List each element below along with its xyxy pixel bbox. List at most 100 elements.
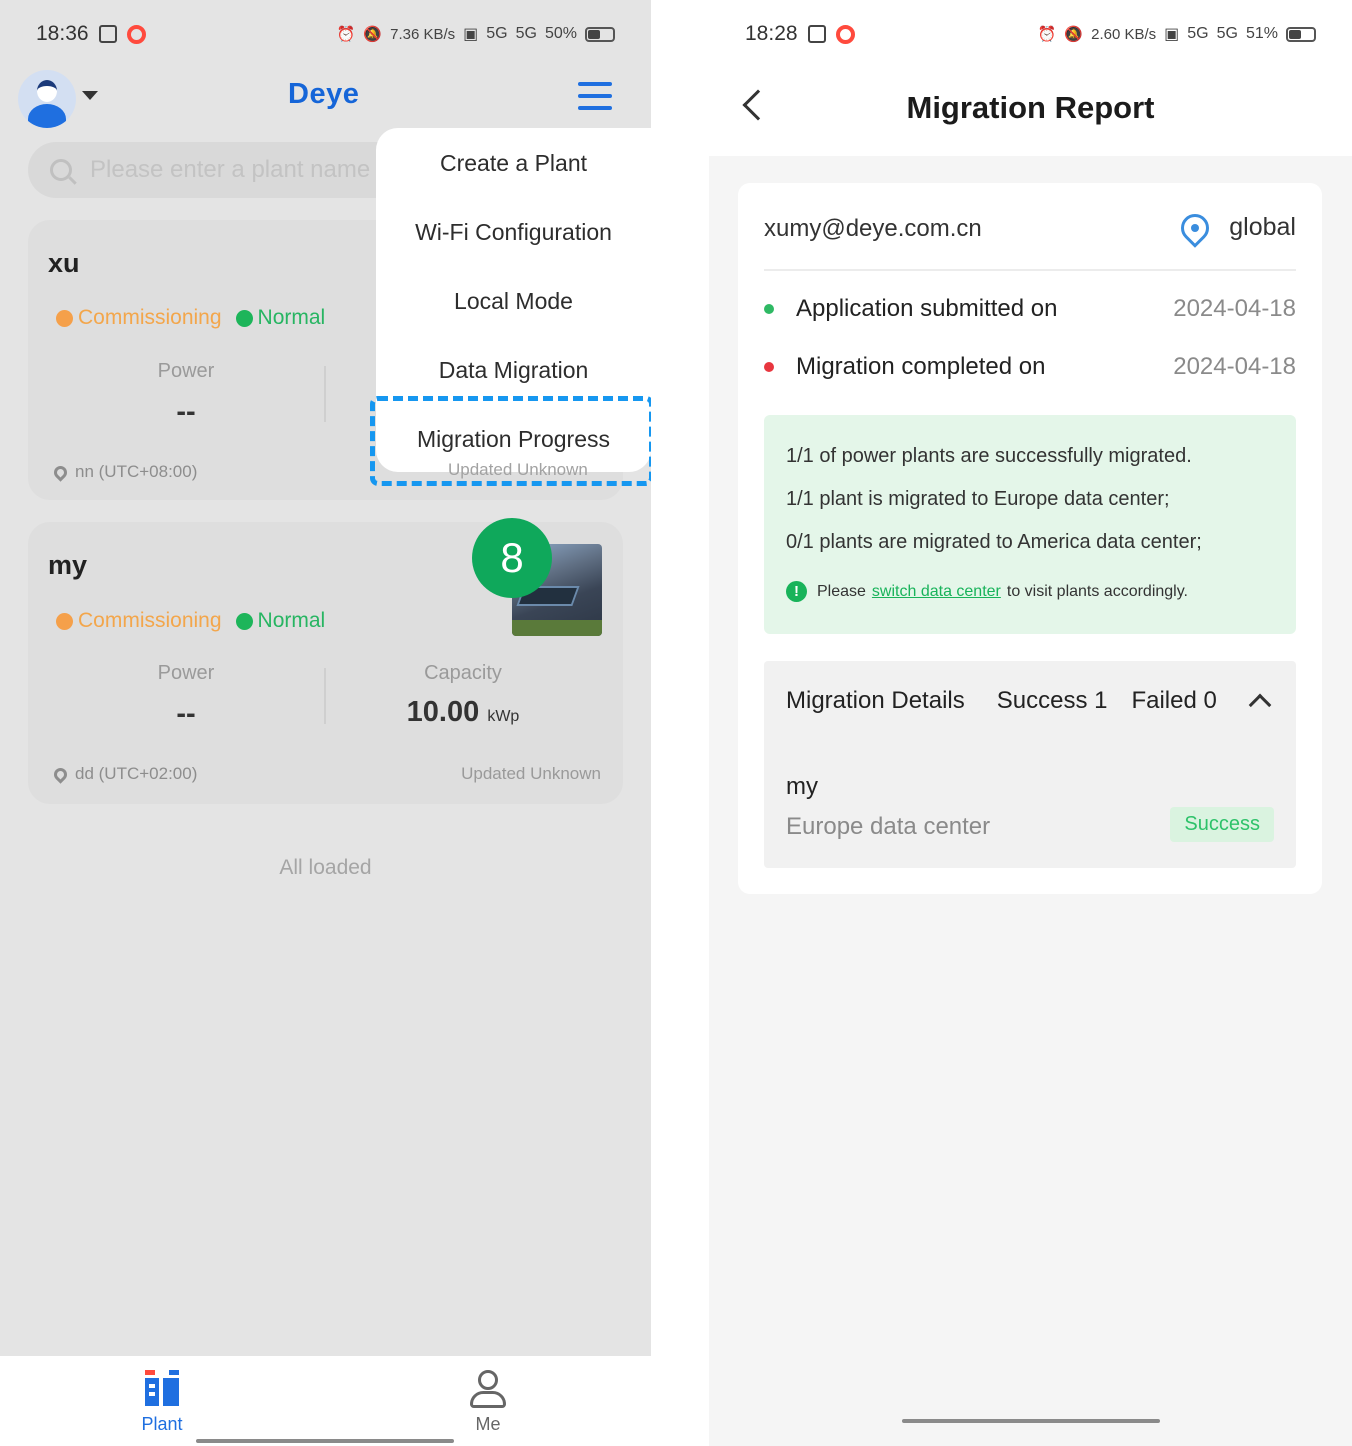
- account-caret-icon[interactable]: [82, 91, 98, 100]
- alarm-icon: ⏰: [1037, 26, 1057, 43]
- plant-location: nn (UTC+08:00): [51, 462, 197, 482]
- app-header: Deye: [0, 68, 651, 134]
- metric-divider: [324, 668, 326, 724]
- location-pin-icon: [51, 462, 70, 482]
- avatar[interactable]: [18, 70, 76, 128]
- clock-icon: [56, 612, 73, 630]
- signal-1: 5G: [1187, 25, 1209, 42]
- mute-icon: 🔕: [363, 26, 383, 43]
- list-end-text: All loaded: [279, 856, 372, 879]
- switch-data-center-link[interactable]: switch data center: [872, 583, 1001, 601]
- search-icon: [50, 159, 72, 181]
- plant-icon: [143, 1370, 181, 1408]
- details-title: Migration Details: [786, 687, 965, 714]
- tab-plant-label: Plant: [141, 1414, 183, 1434]
- plant-updated: Updated Unknown: [461, 764, 601, 783]
- menu-item-data-migration[interactable]: Data Migration: [376, 357, 651, 384]
- menu-item-create-plant[interactable]: Create a Plant: [376, 150, 651, 177]
- network-speed: 7.36 KB/s: [390, 25, 456, 43]
- tab-plant[interactable]: Plant: [122, 1370, 202, 1435]
- network-speed: 2.60 KB/s: [1091, 25, 1157, 43]
- tab-me-label: Me: [475, 1414, 501, 1434]
- record-icon: [835, 24, 855, 44]
- migration-details: Migration Details Success 1 Failed 0 my …: [764, 661, 1296, 868]
- battery-icon: [585, 26, 615, 42]
- menu-icon[interactable]: [578, 82, 612, 110]
- plant-status-tags: Commissioning Normal: [56, 306, 339, 330]
- summary-note: ! Please switch data center to visit pla…: [786, 581, 1188, 602]
- account-email: xumy@deye.com.cn: [764, 215, 982, 242]
- menu-item-local-mode[interactable]: Local Mode: [376, 288, 651, 315]
- failed-count: Failed 0: [1131, 687, 1217, 714]
- timeline-dot: [764, 304, 774, 314]
- menu-icon-bar: [578, 94, 612, 98]
- capacity-label: Capacity: [424, 662, 502, 684]
- normal-tag: Normal: [235, 609, 325, 633]
- region-indicator: global: [1175, 207, 1296, 248]
- normal-tag: Normal: [235, 306, 325, 330]
- battery-fill: [1289, 29, 1302, 39]
- home-indicator: [196, 1439, 454, 1443]
- summary-box: 1/1 of power plants are successfully mig…: [764, 415, 1296, 634]
- menu-item-wifi-config[interactable]: Wi-Fi Configuration: [376, 219, 651, 246]
- signal-2: 5G: [1216, 25, 1238, 42]
- hd-icon: ▣: [463, 26, 479, 43]
- status-badge: Success: [1170, 807, 1274, 842]
- lawn: [512, 620, 602, 636]
- menu-icon-bar: [578, 82, 612, 86]
- info-icon: !: [786, 581, 807, 602]
- power-label: Power: [157, 662, 215, 684]
- summary-line: 1/1 of power plants are successfully mig…: [786, 445, 1192, 467]
- timeline-completed: Migration completed on 2024-04-18: [764, 353, 1296, 381]
- bottom-tabbar: Plant Me: [0, 1356, 651, 1446]
- plant-name: my: [48, 550, 88, 580]
- plant-status-tags: Commissioning Normal: [56, 609, 339, 633]
- power-label: Power: [157, 360, 215, 382]
- nav-bar: Migration Report: [709, 68, 1352, 156]
- status-time: 18:28: [745, 22, 798, 45]
- mute-icon: 🔕: [1064, 26, 1084, 43]
- status-icons: ⏰ 🔕 2.60 KB/s ▣ 5G 5G 51%: [1038, 24, 1316, 44]
- plant-location: dd (UTC+02:00): [51, 764, 197, 784]
- status-time: 18:36: [36, 22, 89, 45]
- menu-icon-bar: [578, 106, 612, 110]
- details-header[interactable]: Migration Details Success 1 Failed 0: [786, 687, 1274, 717]
- power-value: --: [176, 698, 196, 730]
- clock-icon: [56, 309, 73, 327]
- divider: [764, 269, 1296, 271]
- plant-name: xu: [48, 248, 80, 278]
- report-panel: xumy@deye.com.cn global Application subm…: [738, 183, 1322, 894]
- battery-fill: [588, 29, 600, 39]
- power-value: --: [176, 396, 196, 428]
- tab-me[interactable]: Me: [448, 1370, 528, 1435]
- commissioning-tag: Commissioning: [56, 609, 222, 633]
- alarm-icon: ⏰: [336, 26, 356, 43]
- capacity-value: 10.00 kWp: [406, 696, 520, 728]
- summary-line: 0/1 plants are migrated to America data …: [786, 531, 1202, 553]
- signal-2: 5G: [515, 25, 537, 42]
- timeline-dot: [764, 362, 774, 372]
- avatar-body: [28, 104, 66, 128]
- check-icon: [235, 612, 253, 630]
- chevron-up-icon[interactable]: [1248, 693, 1272, 717]
- summary-line: 1/1 plant is migrated to Europe data cen…: [786, 488, 1170, 510]
- step-badge: 8: [472, 518, 552, 598]
- status-bar: 18:36 ⏰ 🔕 7.36 KB/s ▣ 5G 5G 50%: [0, 0, 651, 68]
- battery-percent: 50%: [544, 25, 577, 42]
- battery-icon: [1286, 26, 1316, 42]
- detail-data-center: Europe data center: [786, 813, 991, 840]
- migration-report-screen: 18:28 ⏰ 🔕 2.60 KB/s ▣ 5G 5G 51% Migratio…: [709, 0, 1352, 1446]
- notification-icon: [807, 25, 826, 43]
- page-title: Migration Report: [906, 90, 1155, 125]
- signal-1: 5G: [486, 25, 508, 42]
- person-icon: [470, 1370, 506, 1408]
- location-icon: [1175, 207, 1216, 248]
- plant-list-screen: 18:36 ⏰ 🔕 7.36 KB/s ▣ 5G 5G 50% Deye Ple…: [0, 0, 651, 1446]
- metric-divider: [324, 366, 326, 422]
- detail-plant-name: my: [786, 773, 818, 800]
- battery-percent: 51%: [1245, 25, 1278, 42]
- highlight-frame: [370, 396, 651, 486]
- search-placeholder: Please enter a plant name: [90, 156, 371, 183]
- record-icon: [126, 24, 146, 44]
- check-icon: [235, 309, 253, 327]
